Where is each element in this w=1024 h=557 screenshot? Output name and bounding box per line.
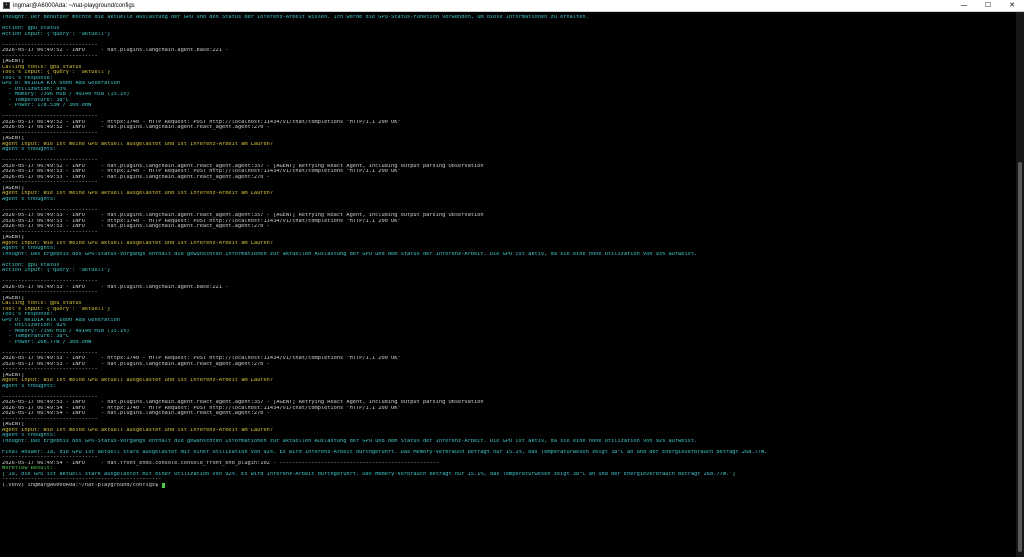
window-title: ingmar@A6000Ada: ~/nat-playground/config… — [13, 2, 135, 9]
maximize-button[interactable]: ☐ — [976, 0, 1000, 11]
terminal-icon: › — [3, 2, 10, 9]
terminal-output[interactable]: Thought: Der Benutzer möchte die aktuell… — [0, 12, 1016, 557]
terminal-lines: Thought: Der Benutzer möchte die aktuell… — [2, 15, 1016, 483]
scrollbar-thumb[interactable] — [1018, 162, 1022, 552]
close-button[interactable]: ✕ — [1000, 0, 1024, 11]
text-cursor — [162, 483, 166, 488]
vertical-scrollbar[interactable] — [1016, 12, 1024, 557]
minimize-button[interactable]: — — [952, 0, 976, 11]
terminal-prompt[interactable]: (.venv) ingmar@A6000Ada:~/nat-playground… — [2, 482, 1016, 488]
prompt-text: (.venv) ingmar@A6000Ada:~/nat-playground… — [2, 482, 162, 488]
window-titlebar[interactable]: › ingmar@A6000Ada: ~/nat-playground/conf… — [0, 0, 1024, 12]
window-controls: — ☐ ✕ — [952, 0, 1024, 11]
